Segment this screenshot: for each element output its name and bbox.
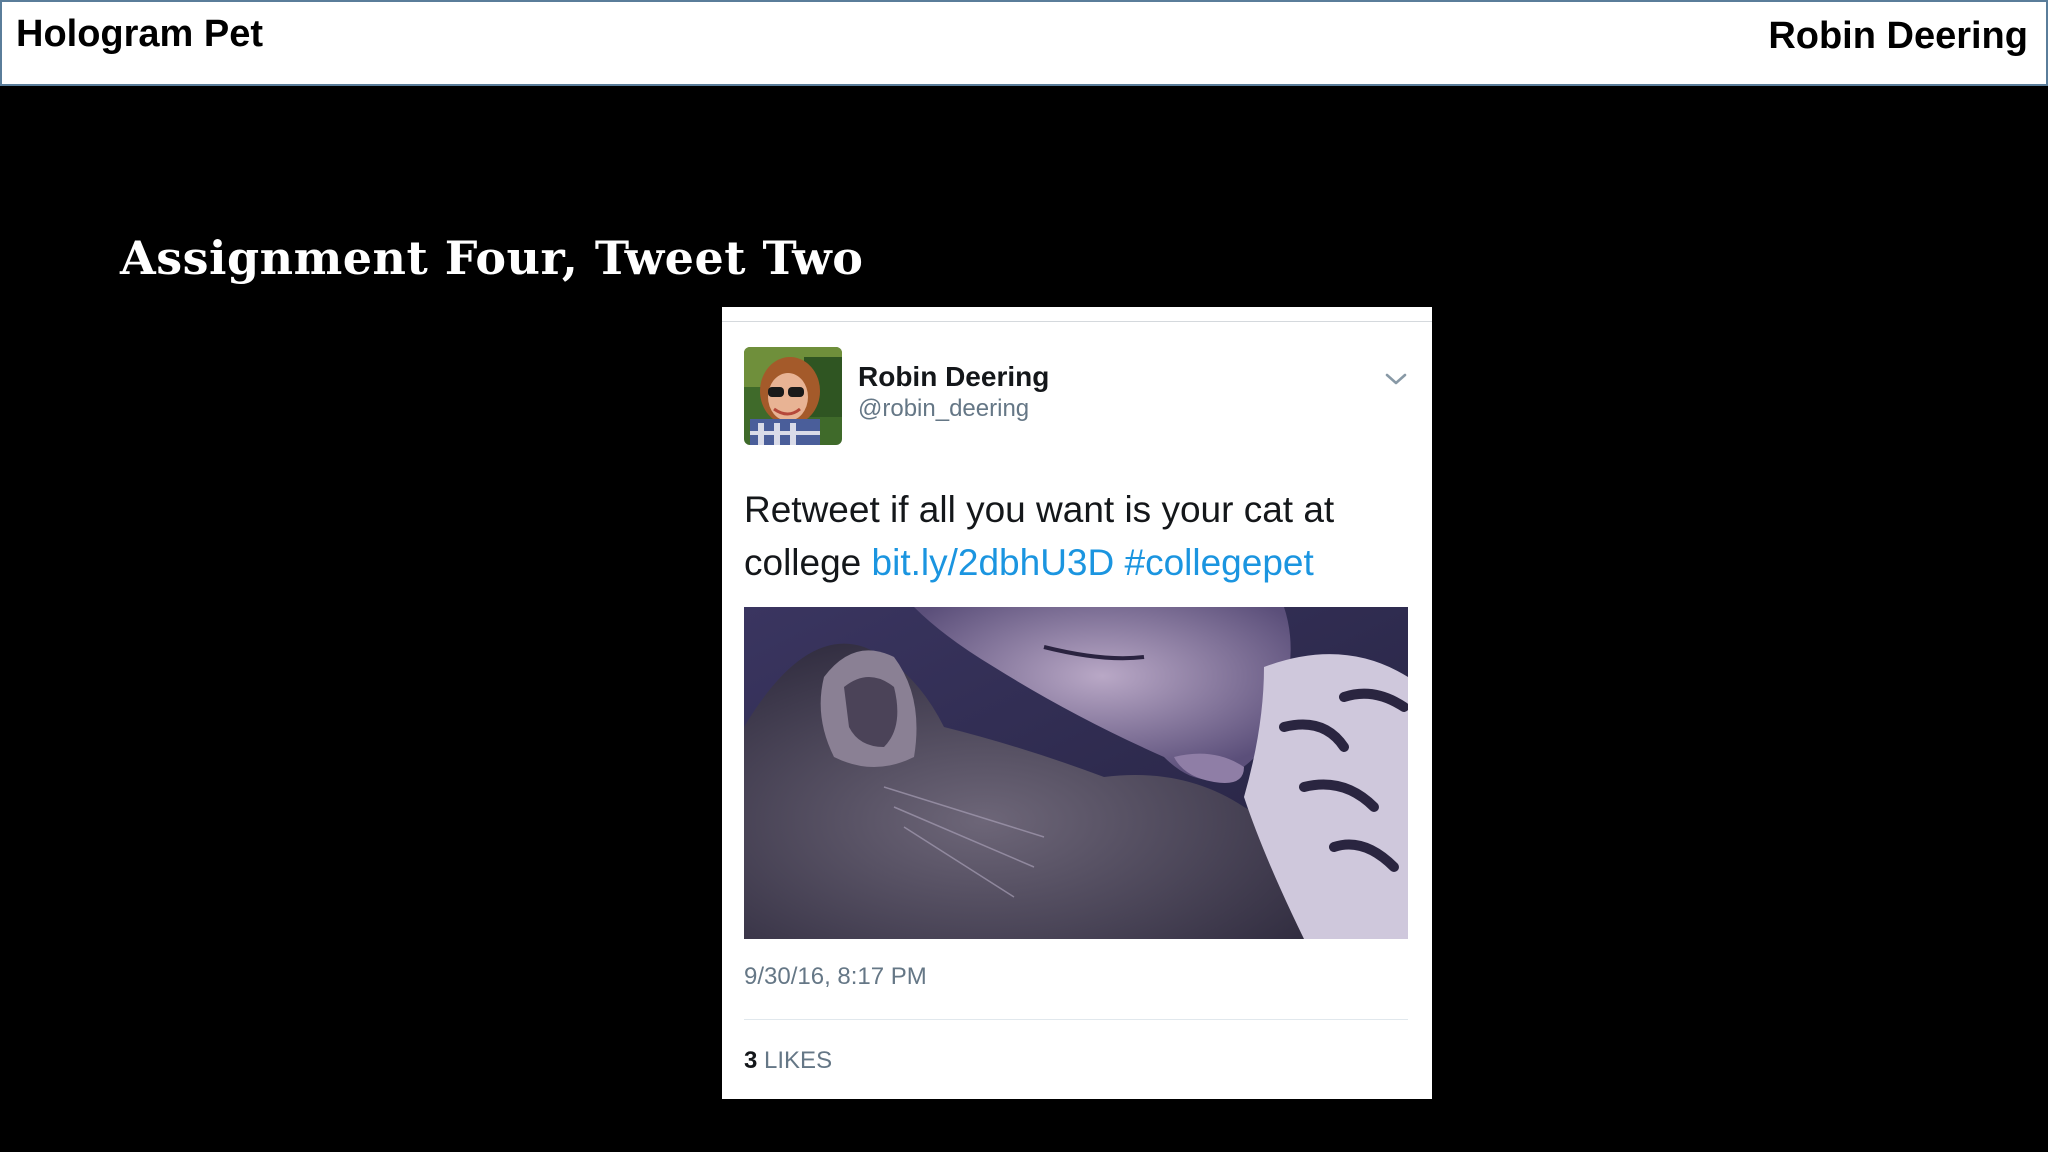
tweet-menu-button[interactable]: [1382, 367, 1410, 391]
tweet-text: Retweet if all you want is your cat at c…: [744, 483, 1414, 589]
tweet-hashtag[interactable]: #collegepet: [1125, 542, 1314, 583]
slide-title: Assignment Four, Tweet Two: [120, 231, 864, 285]
tweet-link[interactable]: bit.ly/2dbhU3D: [872, 542, 1115, 583]
tweet-card: Robin Deering @robin_deering Retweet if …: [722, 307, 1432, 1099]
tweet-likes[interactable]: 3 LIKES: [744, 1047, 832, 1075]
tweet-handle[interactable]: @robin_deering: [858, 395, 1029, 423]
tweet-photo-image: [744, 607, 1408, 939]
avatar[interactable]: [744, 347, 842, 445]
avatar-photo: [744, 347, 842, 445]
slide-header-bar: Hologram Pet Robin Deering: [0, 0, 2048, 86]
tweet-photo[interactable]: [744, 607, 1408, 939]
likes-count: 3: [744, 1047, 758, 1074]
chevron-down-icon: [1385, 373, 1407, 385]
presentation-title: Hologram Pet: [16, 13, 264, 55]
likes-label: LIKES: [764, 1047, 833, 1074]
tweet-top-rule: [722, 321, 1432, 322]
tweet-divider: [744, 1019, 1408, 1020]
tweet-timestamp[interactable]: 9/30/16, 8:17 PM: [744, 963, 927, 991]
tweet-display-name[interactable]: Robin Deering: [858, 361, 1049, 393]
presenter-name: Robin Deering: [1768, 15, 2028, 57]
